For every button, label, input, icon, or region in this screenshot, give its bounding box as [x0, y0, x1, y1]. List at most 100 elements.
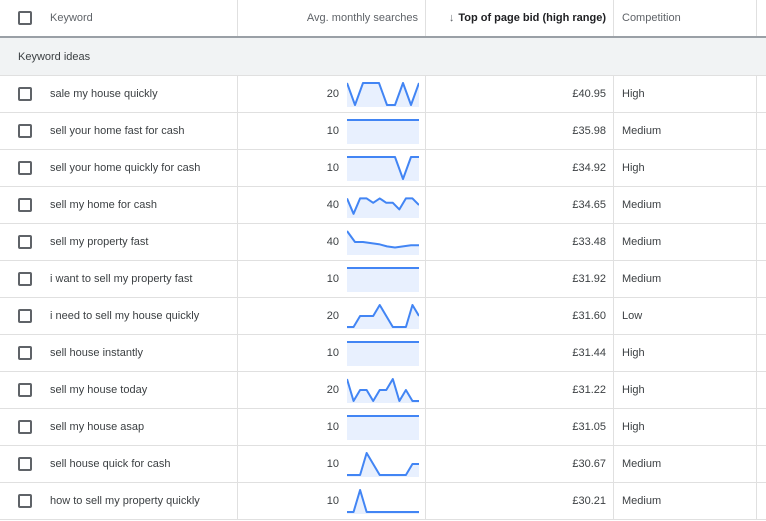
- bid-cell: £40.95: [426, 76, 614, 112]
- bid-value: £31.44: [572, 347, 606, 359]
- avg-searches-value: 10: [326, 421, 339, 433]
- bid-cell: £30.21: [426, 483, 614, 519]
- row-checkbox[interactable]: [18, 161, 32, 175]
- trend-sparkline[interactable]: [347, 229, 419, 255]
- bid-cell: £33.48: [426, 224, 614, 260]
- header-keyword[interactable]: Keyword: [50, 12, 93, 24]
- bid-value: £31.60: [572, 310, 606, 322]
- trend-sparkline[interactable]: [347, 81, 419, 107]
- competition-value: High: [622, 88, 645, 100]
- avg-searches-cell: 10: [238, 150, 426, 186]
- row-checkbox[interactable]: [18, 198, 32, 212]
- competition-value: High: [622, 162, 645, 174]
- bid-value: £30.67: [572, 458, 606, 470]
- avg-searches-value: 10: [326, 162, 339, 174]
- bid-value: £31.92: [572, 273, 606, 285]
- avg-searches-cell: 10: [238, 113, 426, 149]
- table-row: i need to sell my house quickly 20 £31.60 L…: [0, 298, 766, 335]
- competition-value: Medium: [622, 199, 662, 211]
- bid-cell: £31.60: [426, 298, 614, 334]
- row-checkbox[interactable]: [18, 383, 32, 397]
- row-checkbox[interactable]: [18, 457, 32, 471]
- keyword-text: i need to sell my house quickly: [50, 310, 200, 322]
- sparkline-area: [347, 268, 419, 292]
- trend-sparkline[interactable]: [347, 192, 419, 218]
- trend-sparkline[interactable]: [347, 451, 419, 477]
- header-competition-cell: Competition: [614, 0, 757, 36]
- table-row: sell my home for cash 40 £34.65 Medium: [0, 187, 766, 224]
- table-row: sale my house quickly 20 £40.95 High: [0, 76, 766, 113]
- avg-searches-value: 10: [326, 458, 339, 470]
- keyword-cell: i need to sell my house quickly: [0, 298, 238, 334]
- avg-searches-value: 20: [326, 88, 339, 100]
- row-end-cell: [757, 224, 766, 260]
- table-row: sell my house asap 10 £31.05 High: [0, 409, 766, 446]
- trend-sparkline[interactable]: [347, 303, 419, 329]
- avg-searches-cell: 40: [238, 224, 426, 260]
- bid-value: £40.95: [572, 88, 606, 100]
- row-end-cell: [757, 261, 766, 297]
- avg-searches-value: 10: [326, 495, 339, 507]
- keyword-text: i want to sell my property fast: [50, 273, 193, 285]
- keyword-cell: sell my house asap: [0, 409, 238, 445]
- competition-value: High: [622, 347, 645, 359]
- avg-searches-value: 10: [326, 347, 339, 359]
- header-competition[interactable]: Competition: [622, 12, 681, 24]
- avg-searches-value: 10: [326, 125, 339, 137]
- trend-sparkline[interactable]: [347, 414, 419, 440]
- keyword-text: sell house quick for cash: [50, 458, 171, 470]
- trend-sparkline[interactable]: [347, 488, 419, 514]
- bid-cell: £34.65: [426, 187, 614, 223]
- trend-sparkline[interactable]: [347, 155, 419, 181]
- group-label: Keyword ideas: [18, 51, 91, 63]
- bid-value: £33.48: [572, 236, 606, 248]
- avg-searches-cell: 10: [238, 446, 426, 482]
- keyword-cell: sell house instantly: [0, 335, 238, 371]
- sparkline-line: [347, 452, 419, 476]
- avg-searches-cell: 10: [238, 335, 426, 371]
- header-avg-cell: Avg. monthly searches: [238, 0, 426, 36]
- row-checkbox[interactable]: [18, 235, 32, 249]
- bid-value: £35.98: [572, 125, 606, 137]
- avg-searches-value: 20: [326, 310, 339, 322]
- row-checkbox[interactable]: [18, 124, 32, 138]
- row-checkbox[interactable]: [18, 87, 32, 101]
- bid-value: £34.65: [572, 199, 606, 211]
- bid-cell: £31.22: [426, 372, 614, 408]
- keyword-text: sell your home quickly for cash: [50, 162, 201, 174]
- competition-value: High: [622, 421, 645, 433]
- select-all-checkbox[interactable]: [18, 11, 32, 25]
- row-checkbox[interactable]: [18, 420, 32, 434]
- competition-cell: High: [614, 335, 757, 371]
- table-body: sale my house quickly 20 £40.95 High sell yo…: [0, 76, 766, 520]
- row-end-cell: [757, 76, 766, 112]
- competition-value: Medium: [622, 458, 662, 470]
- keyword-cell: sale my house quickly: [0, 76, 238, 112]
- competition-cell: High: [614, 372, 757, 408]
- keyword-text: sell my property fast: [50, 236, 149, 248]
- bid-value: £31.05: [572, 421, 606, 433]
- header-end-cell: [757, 0, 766, 36]
- row-checkbox[interactable]: [18, 272, 32, 286]
- trend-sparkline[interactable]: [347, 340, 419, 366]
- row-checkbox[interactable]: [18, 346, 32, 360]
- row-checkbox[interactable]: [18, 494, 32, 508]
- keyword-text: sell my house today: [50, 384, 148, 396]
- trend-sparkline[interactable]: [347, 266, 419, 292]
- trend-sparkline[interactable]: [347, 118, 419, 144]
- header-top-of-page-bid[interactable]: ↓ Top of page bid (high range): [449, 12, 606, 24]
- avg-searches-value: 10: [326, 273, 339, 285]
- competition-value: Medium: [622, 236, 662, 248]
- header-avg-monthly-searches[interactable]: Avg. monthly searches: [307, 12, 418, 24]
- keyword-text: how to sell my property quickly: [50, 495, 200, 507]
- bid-cell: £34.92: [426, 150, 614, 186]
- table-row: i want to sell my property fast 10 £31.92 M…: [0, 261, 766, 298]
- sparkline-area: [347, 416, 419, 440]
- bid-cell: £31.05: [426, 409, 614, 445]
- row-end-cell: [757, 372, 766, 408]
- avg-searches-cell: 20: [238, 298, 426, 334]
- row-checkbox[interactable]: [18, 309, 32, 323]
- keyword-text: sell your home fast for cash: [50, 125, 185, 137]
- trend-sparkline[interactable]: [347, 377, 419, 403]
- avg-searches-cell: 10: [238, 261, 426, 297]
